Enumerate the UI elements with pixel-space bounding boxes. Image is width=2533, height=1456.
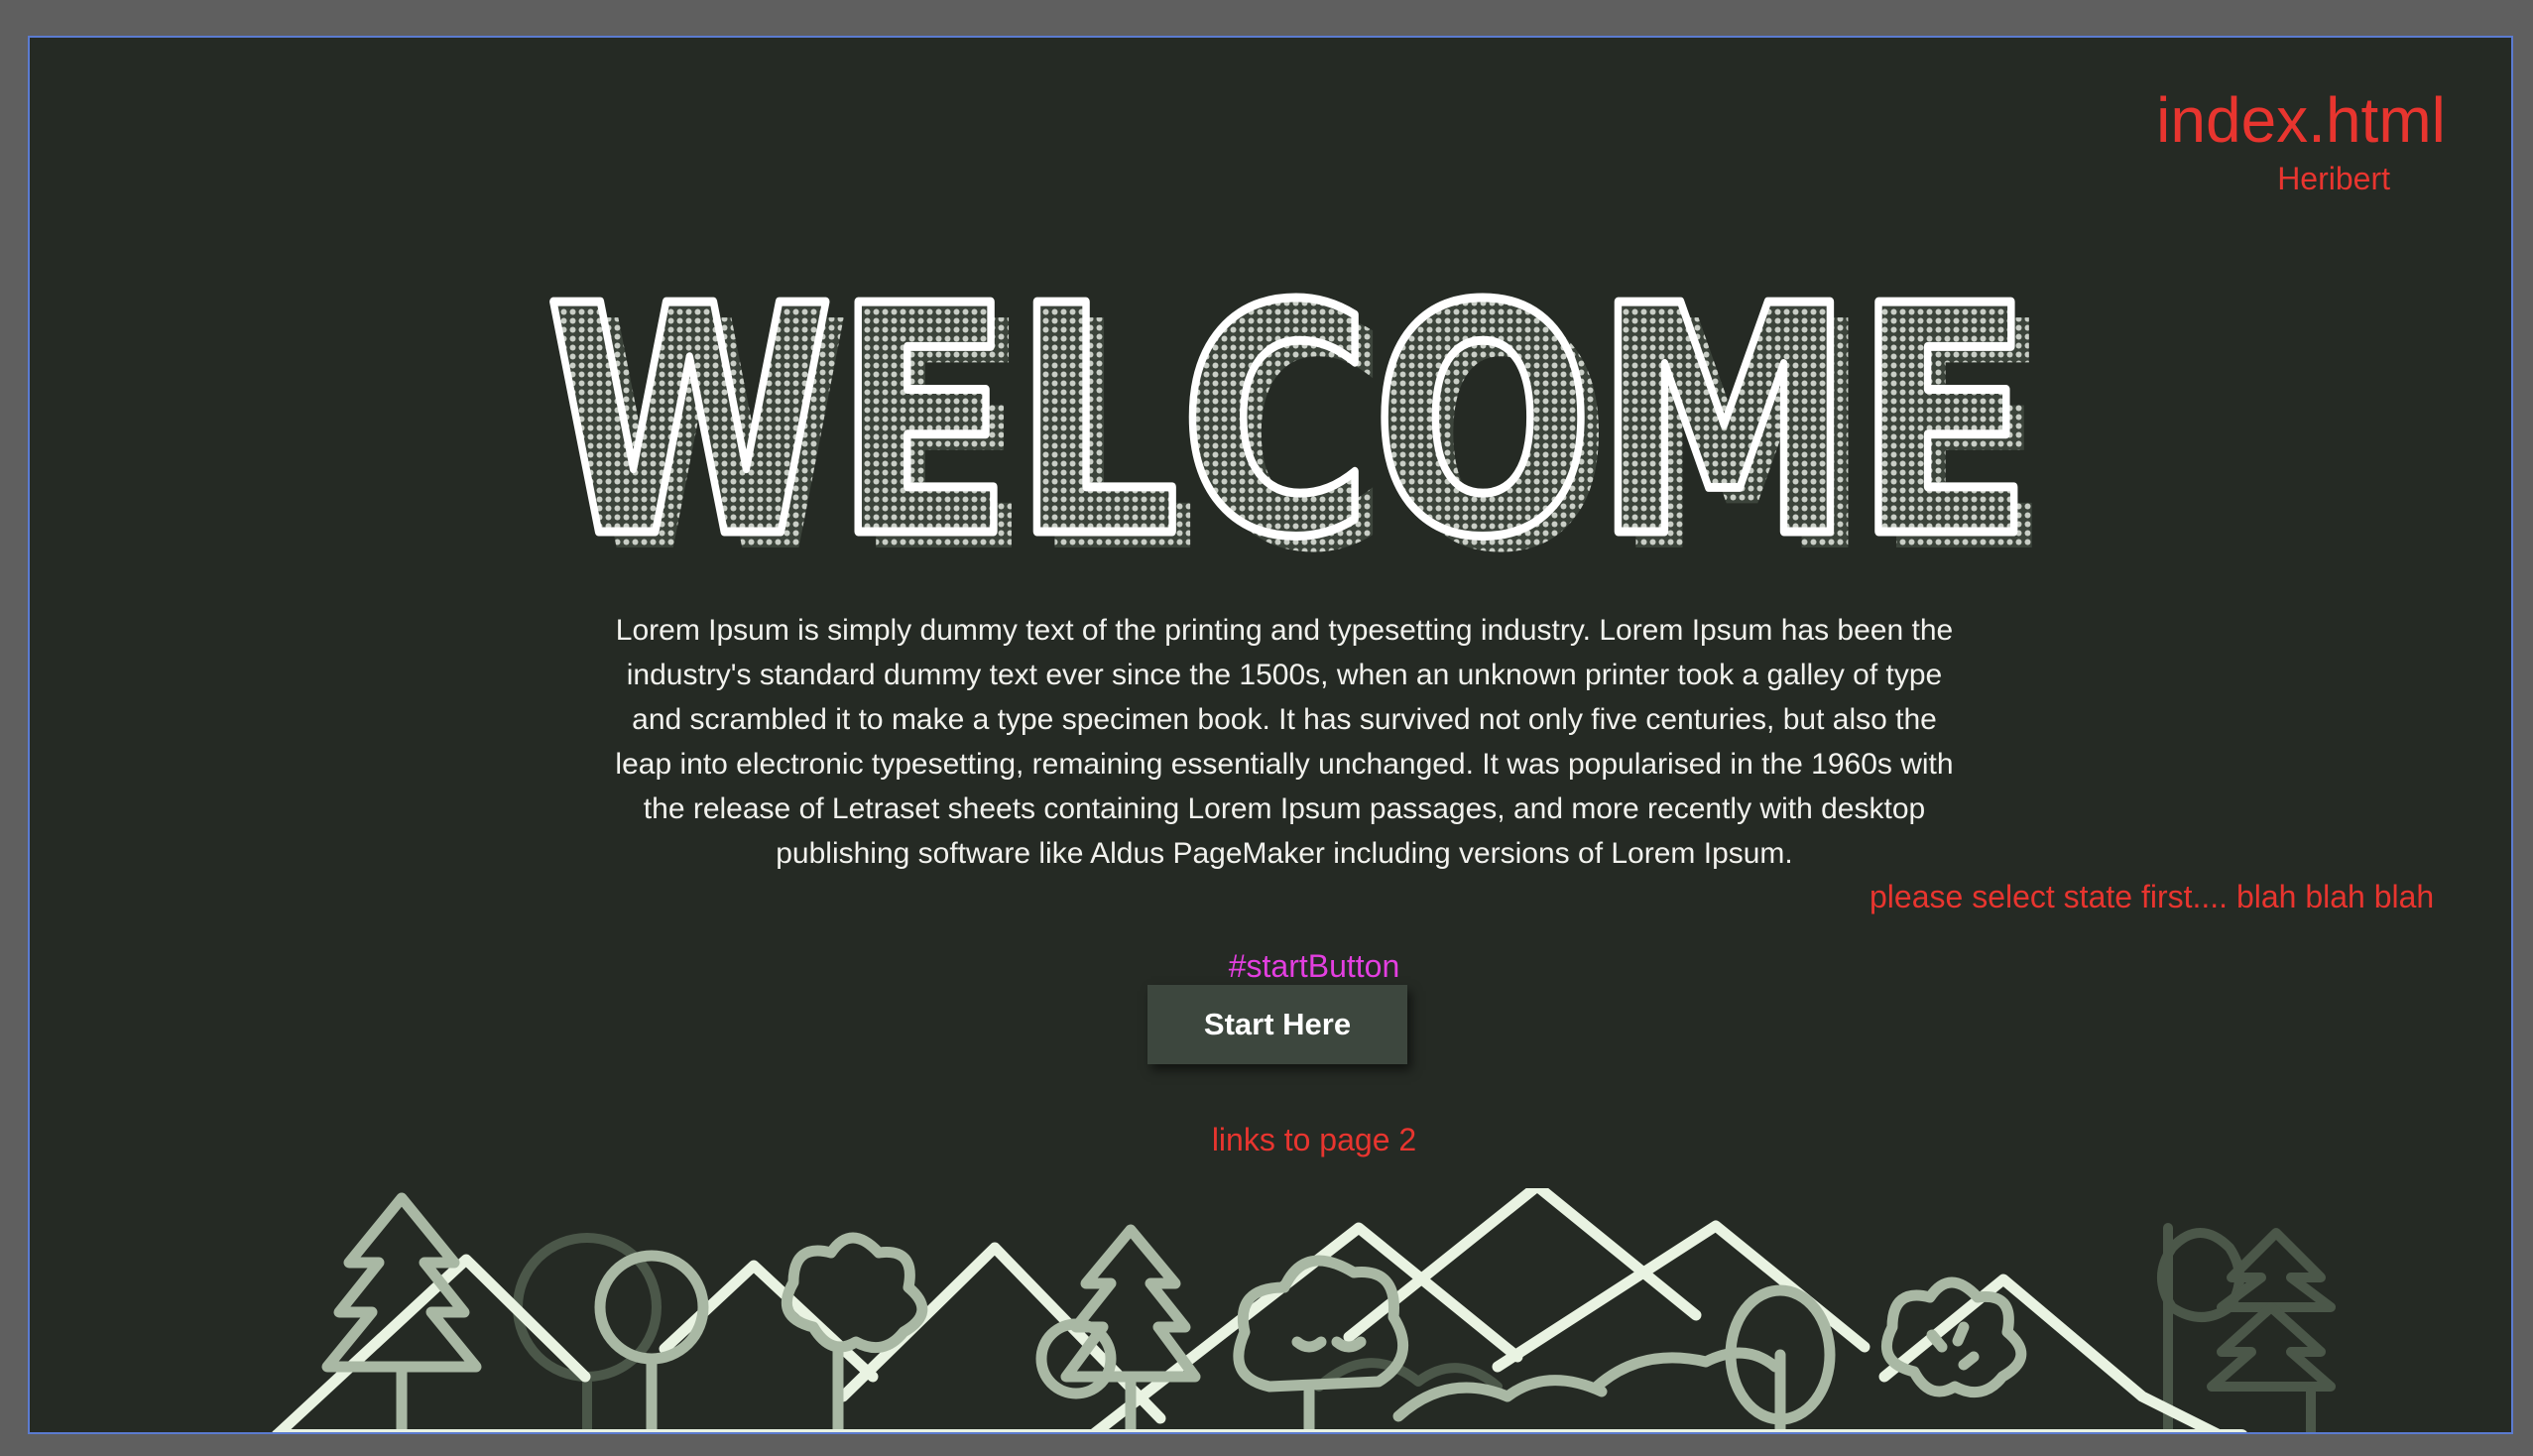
start-button[interactable]: Start Here	[1147, 985, 1407, 1064]
link-annotation: links to page 2	[1211, 1122, 1417, 1157]
author-label: Heribert	[2277, 161, 2390, 196]
welcome-title: WELCOME WELCOME	[542, 236, 2052, 573]
intro-paragraph: Lorem Ipsum is simply dummy text of the …	[615, 614, 1954, 870]
file-name-label: index.html	[2156, 84, 2446, 156]
welcome-text: WELCOME	[545, 239, 2033, 573]
landscape-illustration	[272, 1188, 2336, 1432]
mountains	[272, 1188, 2226, 1432]
artboard: index.html Heribert WELCOME WELCOME Lore…	[28, 36, 2513, 1434]
button-id-annotation: #startButton	[1228, 948, 1400, 984]
state-annotation: please select state first.... blah blah …	[1870, 879, 2435, 914]
